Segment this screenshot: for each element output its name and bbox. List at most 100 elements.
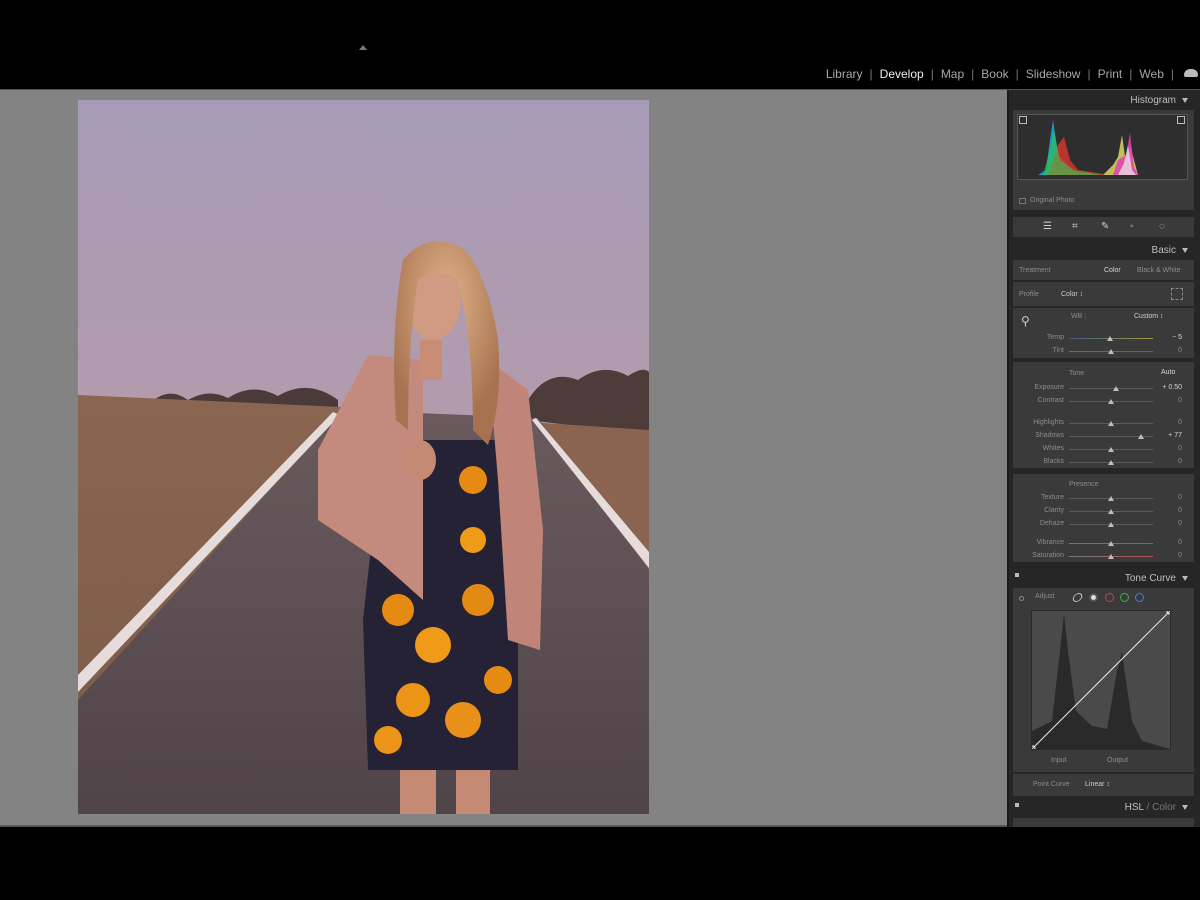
highlights-value[interactable]: 0 — [1152, 419, 1182, 426]
saturation-value[interactable]: 0 — [1152, 552, 1182, 559]
original-photo-checkbox[interactable] — [1019, 198, 1026, 204]
hsl-title-separator: / — [1143, 802, 1153, 813]
hsl-section — [1013, 818, 1194, 827]
blacks-label: Blacks — [1043, 458, 1064, 465]
blacks-value[interactable]: 0 — [1152, 458, 1182, 465]
tone-label: Tone — [1069, 370, 1085, 377]
profile-select[interactable]: Color ↕ — [1061, 291, 1083, 298]
module-slideshow[interactable]: Slideshow — [1019, 67, 1088, 81]
point-curve-white-icon[interactable] — [1089, 593, 1098, 602]
cloud-sync-icon[interactable] — [1184, 69, 1198, 77]
texture-label: Texture — [1041, 494, 1064, 501]
point-curve-red-icon[interactable] — [1105, 593, 1114, 602]
saturation-slider-thumb[interactable] — [1108, 554, 1114, 559]
exposure-label: Exposure — [1034, 384, 1064, 391]
point-curve-green-icon[interactable] — [1120, 593, 1129, 602]
basic-header[interactable]: Basic — [1152, 245, 1188, 256]
shadows-slider-thumb[interactable] — [1138, 434, 1144, 439]
temp-value[interactable]: − 5 — [1152, 334, 1182, 341]
adjust-label: Adjust — [1035, 593, 1055, 600]
original-photo-label: Original Photo — [1030, 197, 1075, 204]
point-curve-blue-icon[interactable] — [1135, 593, 1144, 602]
photo-canvas[interactable] — [0, 90, 1007, 825]
vibrance-label: Vibrance — [1036, 539, 1064, 546]
wb-select[interactable]: Custom ↕ — [1134, 313, 1164, 320]
tone-curve-header[interactable]: Tone Curve — [1125, 573, 1188, 584]
highlights-label: Highlights — [1033, 419, 1064, 426]
wb-label: WB : — [1071, 313, 1087, 320]
crop-icon[interactable]: ⌗ — [1072, 222, 1082, 232]
exposure-value[interactable]: + 0.50 — [1152, 384, 1182, 391]
hsl-header[interactable]: HSL / Color — [1125, 802, 1188, 813]
highlight-clipping-icon[interactable] — [1177, 116, 1185, 124]
temp-slider-thumb[interactable] — [1107, 336, 1113, 341]
vibrance-slider-thumb[interactable] — [1108, 541, 1114, 546]
red-eye-icon[interactable]: ◦ — [1130, 222, 1140, 232]
tint-value[interactable]: 0 — [1152, 347, 1182, 354]
highlights-slider-thumb[interactable] — [1108, 421, 1114, 426]
presence-label: Presence — [1069, 481, 1099, 488]
contrast-value[interactable]: 0 — [1152, 397, 1182, 404]
point-curve-select[interactable]: Linear ↕ — [1085, 781, 1110, 788]
healing-brush-icon[interactable]: ✎ — [1101, 222, 1111, 232]
curve-output-label: Output — [1107, 757, 1129, 764]
module-develop[interactable]: Develop — [873, 67, 931, 81]
tone-curve-svg — [1030, 609, 1172, 751]
tone-curve-graph[interactable] — [1030, 609, 1172, 751]
photo-preview[interactable] — [78, 100, 649, 814]
basic-title: Basic — [1151, 245, 1176, 256]
edit-sliders-icon[interactable]: ☰ — [1043, 222, 1053, 232]
clarity-label: Clarity — [1044, 507, 1064, 514]
tool-strip: ☰ ⌗ ✎ ◦ ◌ — [1013, 217, 1194, 237]
dehaze-value[interactable]: 0 — [1152, 520, 1182, 527]
hsl-tab[interactable]: HSL — [1125, 802, 1144, 813]
texture-value[interactable]: 0 — [1152, 494, 1182, 501]
blacks-slider-thumb[interactable] — [1108, 460, 1114, 465]
vibrance-value[interactable]: 0 — [1152, 539, 1182, 546]
module-print[interactable]: Print — [1091, 67, 1130, 81]
module-web[interactable]: Web — [1132, 67, 1170, 81]
color-tab[interactable]: Color — [1152, 802, 1176, 813]
profile-browser-icon[interactable] — [1171, 288, 1183, 300]
shadow-clipping-icon[interactable] — [1019, 116, 1027, 124]
targeted-adjustment-icon[interactable] — [1019, 596, 1024, 601]
whites-label: Whites — [1042, 445, 1064, 452]
clarity-value[interactable]: 0 — [1152, 507, 1182, 514]
collapse-triangle-icon — [1182, 97, 1188, 103]
histogram-header[interactable]: Histogram — [1130, 95, 1188, 106]
auto-tone-button[interactable]: Auto — [1161, 369, 1175, 376]
treatment-bw-button[interactable]: Black & White — [1137, 267, 1181, 274]
right-panel: Histogram Original Photo ☰ ⌗ ✎ ◦ ◌ Basic… — [1007, 90, 1200, 827]
module-library[interactable]: Library — [819, 67, 870, 81]
whites-slider-thumb[interactable] — [1108, 447, 1114, 452]
shadows-value[interactable]: + 77 — [1152, 432, 1182, 439]
whites-value[interactable]: 0 — [1152, 445, 1182, 452]
masking-icon[interactable]: ◌ — [1159, 222, 1169, 232]
contrast-label: Contrast — [1037, 397, 1064, 404]
wb-eyedropper-icon[interactable]: ⚲ — [1021, 314, 1030, 328]
exposure-slider-thumb[interactable] — [1113, 386, 1119, 391]
module-separator: | — [1170, 67, 1174, 81]
panel-toggle-icon[interactable] — [1015, 573, 1019, 577]
dehaze-slider-thumb[interactable] — [1108, 522, 1114, 527]
top-module-bar: Library | Develop | Map | Book | Slidesh… — [0, 0, 1200, 90]
contrast-slider-thumb[interactable] — [1108, 399, 1114, 404]
module-map[interactable]: Map — [934, 67, 971, 81]
clarity-slider-thumb[interactable] — [1108, 509, 1114, 514]
exposure-slider-track[interactable] — [1069, 388, 1153, 389]
panel-toggle-icon[interactable] — [1015, 803, 1019, 807]
dehaze-label: Dehaze — [1039, 520, 1064, 527]
saturation-label: Saturation — [1032, 552, 1064, 559]
collapse-triangle-icon — [1182, 804, 1188, 810]
histogram-display[interactable] — [1017, 114, 1188, 180]
collapse-top-panel-icon[interactable] — [359, 45, 367, 50]
filmstrip — [0, 827, 1200, 900]
texture-slider-thumb[interactable] — [1108, 496, 1114, 501]
collapse-triangle-icon — [1182, 575, 1188, 581]
tint-label: Tint — [1052, 347, 1064, 354]
treatment-color-button[interactable]: Color — [1104, 267, 1121, 274]
module-book[interactable]: Book — [974, 67, 1015, 81]
tone-section — [1013, 362, 1194, 468]
curve-input-label: Input — [1051, 757, 1067, 764]
tint-slider-thumb[interactable] — [1108, 349, 1114, 354]
